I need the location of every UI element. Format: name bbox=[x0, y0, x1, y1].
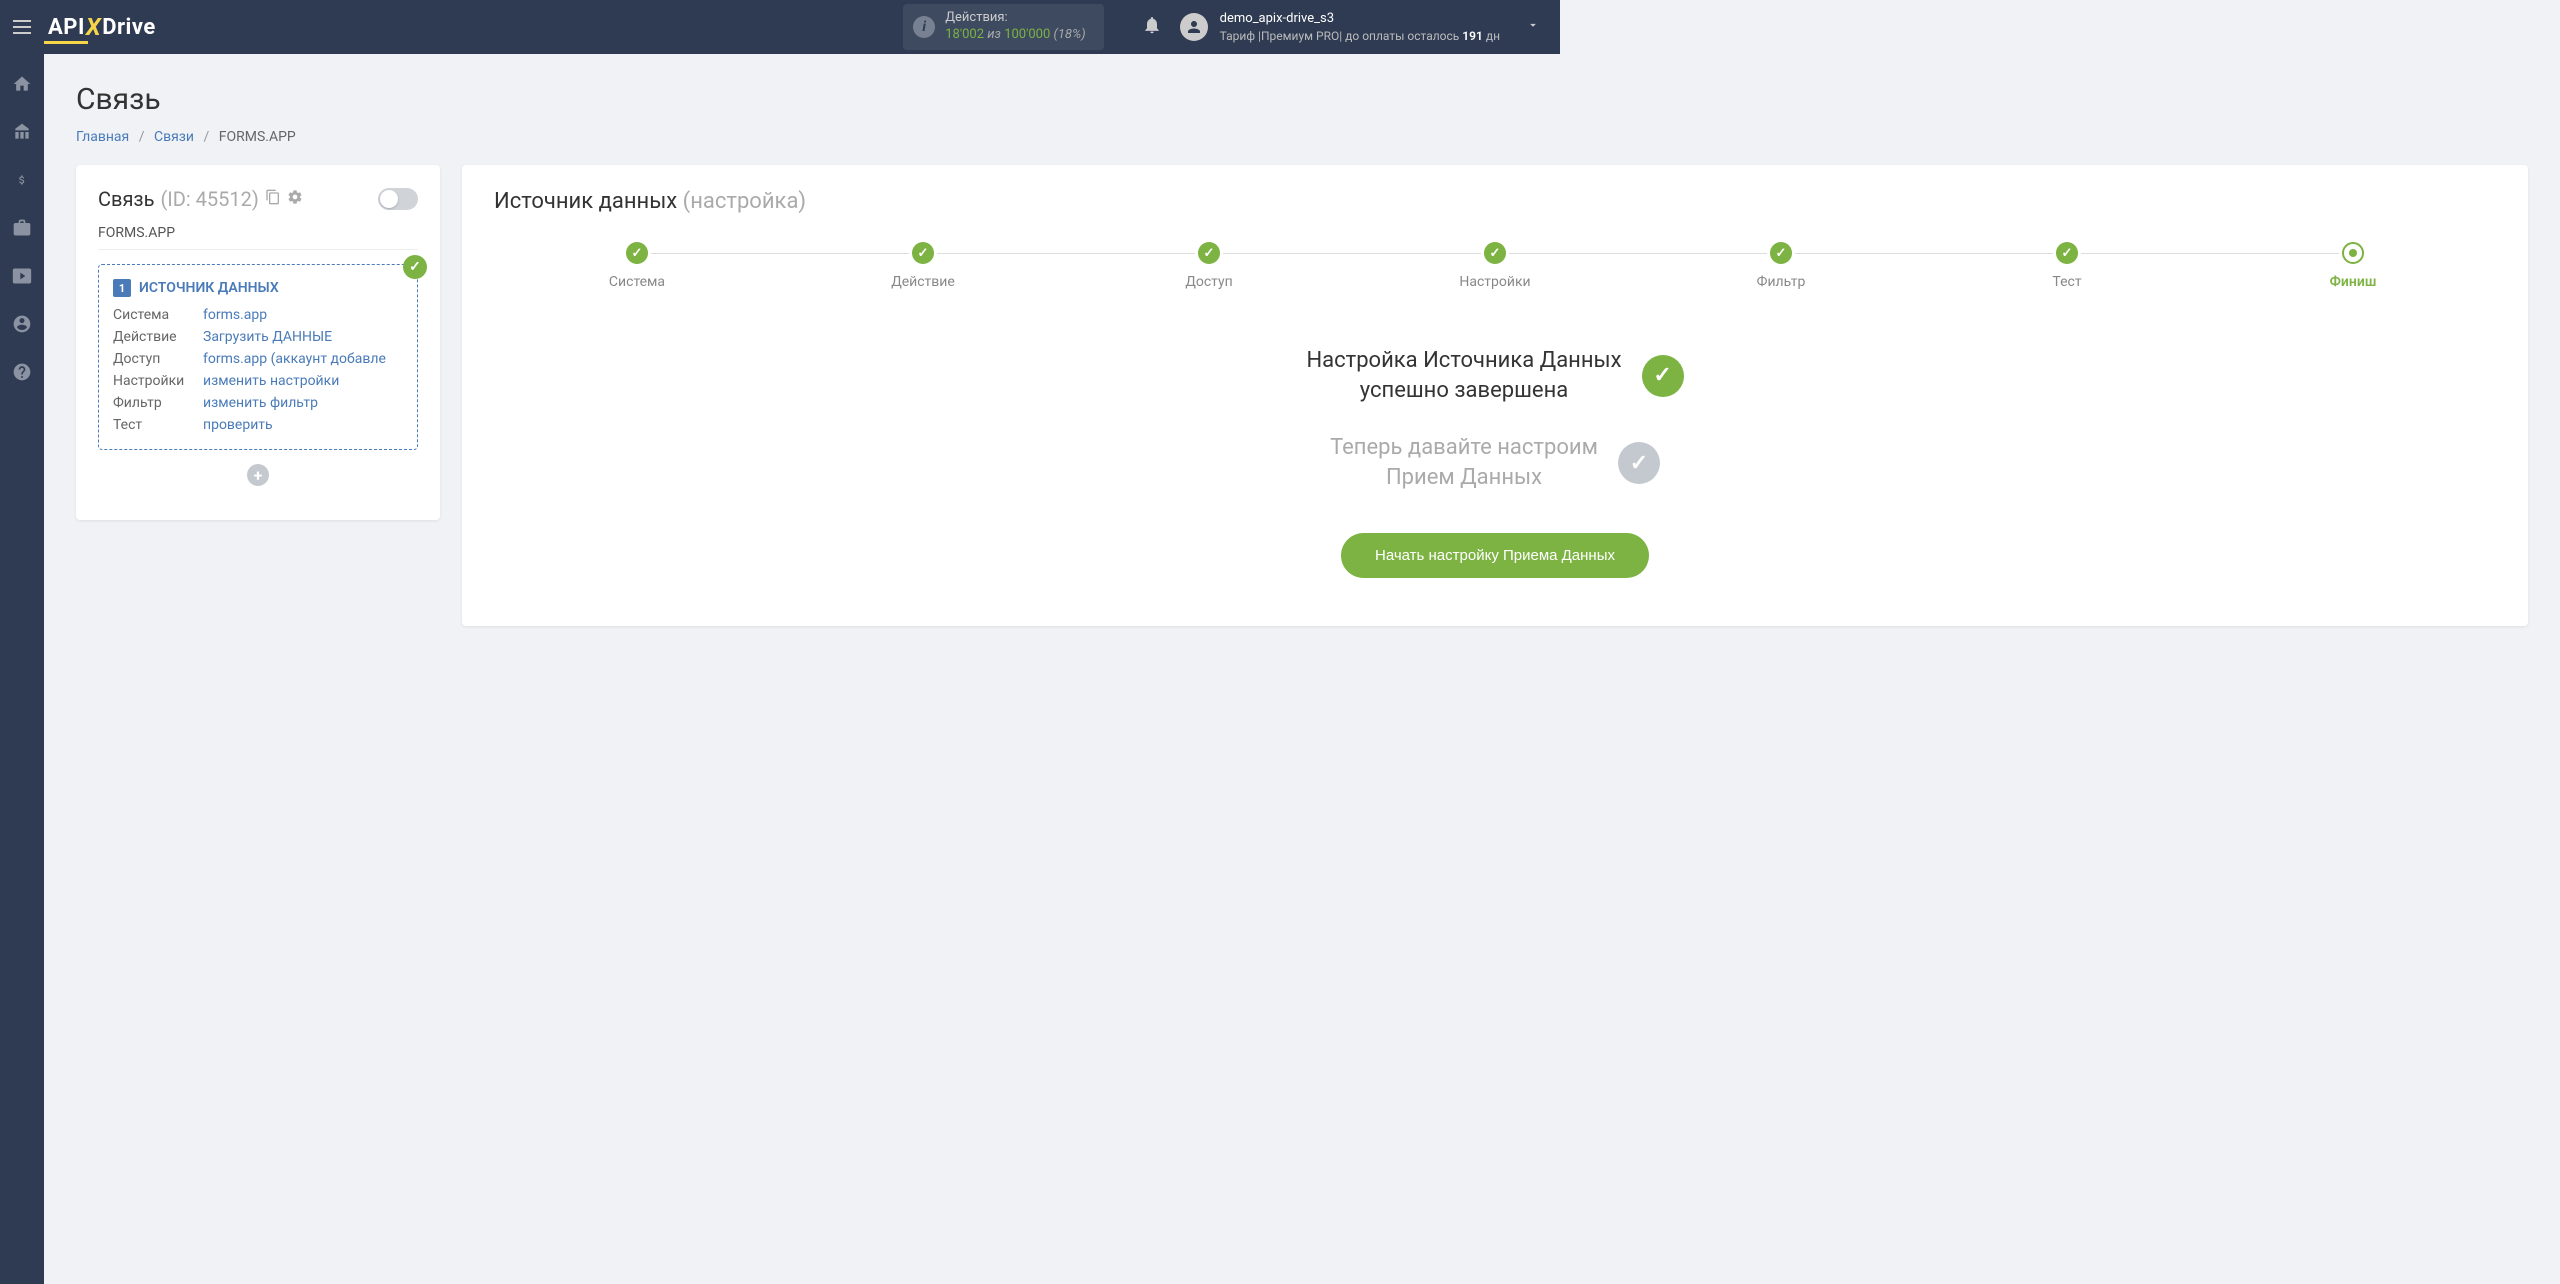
app-name: FORMS.APP bbox=[98, 225, 418, 250]
user-name: demo_apix-drive_s3 bbox=[1220, 10, 1500, 28]
chevron-down-icon[interactable] bbox=[1526, 18, 1540, 36]
check-icon bbox=[1642, 355, 1684, 397]
sidebar-links[interactable] bbox=[10, 120, 34, 144]
actions-value: 18'002 из 100'000 (18%) bbox=[945, 27, 1085, 44]
card-title-group: Связь (ID: 45512) bbox=[98, 187, 303, 211]
row-label: Доступ bbox=[113, 351, 203, 367]
logo-x: X bbox=[86, 13, 101, 41]
source-title: ИСТОЧНИК ДАННЫХ bbox=[139, 280, 279, 296]
check-icon bbox=[1618, 442, 1660, 484]
finish-next-row: Теперь давайте настроим Прием Данных bbox=[1215, 433, 1775, 492]
user-tariff: Тариф |Премиум PRO| до оплаты осталось 1… bbox=[1220, 28, 1500, 45]
stepper: Система Действие Доступ Настройки Фильтр… bbox=[494, 242, 2496, 290]
menu-toggle[interactable] bbox=[0, 0, 44, 54]
row-value[interactable]: проверить bbox=[203, 417, 403, 433]
info-icon: i bbox=[913, 16, 935, 38]
row-label: Тест bbox=[113, 417, 203, 433]
user-avatar-icon bbox=[1180, 13, 1208, 41]
row-value[interactable]: изменить настройки bbox=[203, 373, 403, 389]
finish-done-text: Настройка Источника Данных успешно завер… bbox=[1306, 346, 1621, 405]
step-system[interactable]: Система bbox=[494, 242, 780, 290]
step-dot-icon bbox=[1198, 242, 1220, 264]
sidebar-briefcase[interactable] bbox=[10, 216, 34, 240]
card-header: Связь (ID: 45512) bbox=[98, 187, 418, 211]
main-content: Связь Главная / Связи / FORMS.APP Связь … bbox=[44, 54, 2560, 1284]
row-label: Система bbox=[113, 307, 203, 323]
logo-api: API bbox=[48, 15, 85, 40]
sidebar-account[interactable] bbox=[10, 312, 34, 336]
logo[interactable]: APIXDrive bbox=[48, 13, 156, 41]
copy-icon[interactable] bbox=[265, 189, 281, 209]
enable-toggle[interactable] bbox=[378, 188, 418, 210]
step-dot-icon bbox=[2342, 242, 2364, 264]
config-title: Источник данных (настройка) bbox=[494, 189, 2496, 214]
row-value[interactable]: forms.app (аккаунт добавле bbox=[203, 351, 403, 367]
gear-icon[interactable] bbox=[287, 189, 303, 209]
user-block[interactable]: demo_apix-drive_s3 Тариф |Премиум PRO| д… bbox=[1180, 10, 1560, 45]
breadcrumb-links[interactable]: Связи bbox=[154, 129, 194, 145]
row-value[interactable]: forms.app bbox=[203, 307, 403, 323]
bell-icon[interactable] bbox=[1142, 15, 1162, 40]
actions-label: Действия: bbox=[945, 10, 1085, 27]
step-filter[interactable]: Фильтр bbox=[1638, 242, 1924, 290]
hamburger-icon bbox=[13, 20, 31, 34]
connection-card: Связь (ID: 45512) FORMS.APP 1 ИСТОЧНИК Д… bbox=[76, 165, 440, 520]
source-header: 1 ИСТОЧНИК ДАННЫХ bbox=[113, 279, 403, 297]
sidebar-home[interactable] bbox=[10, 72, 34, 96]
logo-underline bbox=[44, 41, 88, 44]
step-dot-icon bbox=[912, 242, 934, 264]
actions-badge[interactable]: i Действия: 18'002 из 100'000 (18%) bbox=[903, 4, 1103, 50]
header-right: i Действия: 18'002 из 100'000 (18%) demo… bbox=[903, 0, 1560, 54]
row-label: Действие bbox=[113, 329, 203, 345]
finish-next-text: Теперь давайте настроим Прием Данных bbox=[1330, 433, 1598, 492]
page-title: Связь bbox=[76, 82, 2528, 117]
add-btn-row: + bbox=[98, 464, 418, 486]
add-destination-button[interactable]: + bbox=[247, 464, 269, 486]
step-action[interactable]: Действие bbox=[780, 242, 1066, 290]
breadcrumb-home[interactable]: Главная bbox=[76, 129, 129, 145]
check-icon bbox=[403, 255, 427, 279]
actions-text: Действия: 18'002 из 100'000 (18%) bbox=[945, 10, 1085, 44]
top-header: APIXDrive i Действия: 18'002 из 100'000 … bbox=[0, 0, 1560, 54]
step-dot-icon bbox=[1484, 242, 1506, 264]
step-settings[interactable]: Настройки bbox=[1352, 242, 1638, 290]
card-icons bbox=[265, 189, 303, 209]
source-box: 1 ИСТОЧНИК ДАННЫХ Система forms.app Дейс… bbox=[98, 264, 418, 450]
breadcrumb: Главная / Связи / FORMS.APP bbox=[76, 129, 2528, 145]
sidebar-billing[interactable] bbox=[10, 168, 34, 192]
sidebar-video[interactable] bbox=[10, 264, 34, 288]
start-btn-row: Начать настройку Приема Данных bbox=[1215, 533, 1775, 578]
source-rows: Система forms.app Действие Загрузить ДАН… bbox=[113, 307, 403, 433]
finish-content: Настройка Источника Данных успешно завер… bbox=[1215, 346, 1775, 578]
step-test[interactable]: Тест bbox=[1924, 242, 2210, 290]
step-finish[interactable]: Финиш bbox=[2210, 242, 2496, 290]
logo-drive: Drive bbox=[102, 15, 156, 40]
step-dot-icon bbox=[1770, 242, 1792, 264]
step-access[interactable]: Доступ bbox=[1066, 242, 1352, 290]
content-row: Связь (ID: 45512) FORMS.APP 1 ИСТОЧНИК Д… bbox=[76, 165, 2528, 626]
source-number-badge: 1 bbox=[113, 279, 131, 297]
step-dot-icon bbox=[626, 242, 648, 264]
start-receive-button[interactable]: Начать настройку Приема Данных bbox=[1341, 533, 1649, 578]
step-dot-icon bbox=[2056, 242, 2078, 264]
sidebar-help[interactable] bbox=[10, 360, 34, 384]
breadcrumb-current: FORMS.APP bbox=[219, 129, 296, 145]
row-label: Настройки bbox=[113, 373, 203, 389]
config-card: Источник данных (настройка) Система Дейс… bbox=[462, 165, 2528, 626]
row-label: Фильтр bbox=[113, 395, 203, 411]
sidebar bbox=[0, 54, 44, 1284]
finish-done-row: Настройка Источника Данных успешно завер… bbox=[1215, 346, 1775, 405]
user-info: demo_apix-drive_s3 Тариф |Премиум PRO| д… bbox=[1220, 10, 1500, 45]
card-title: Связь bbox=[98, 187, 154, 211]
card-id: (ID: 45512) bbox=[160, 187, 258, 211]
row-value[interactable]: изменить фильтр bbox=[203, 395, 403, 411]
row-value[interactable]: Загрузить ДАННЫЕ bbox=[203, 329, 403, 345]
